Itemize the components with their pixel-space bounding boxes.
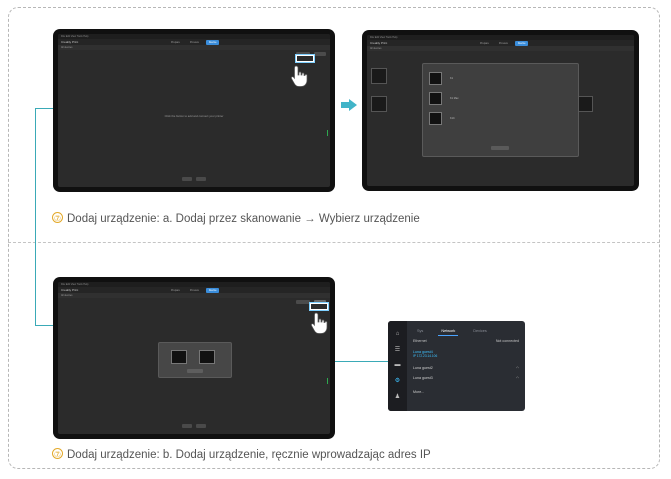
device-toolbar-3: All devices (58, 293, 330, 298)
step-number-badge: ⑦ (52, 212, 63, 223)
lan-device-panel: ⌂ ☰ ▬ ⚙ ♟ Sys Network Devices Ethernet N… (388, 321, 525, 411)
more-link[interactable]: More... (413, 390, 424, 394)
panel-sidebar: ⌂ ☰ ▬ ⚙ ♟ (388, 321, 407, 411)
caption-b: ⑦ Dodaj urządzenie: b. Dodaj urządzenie, … (52, 448, 431, 461)
scan-device-modal: K1 K1 Max K1C (422, 63, 579, 157)
device-ip: IP 172.23.14.106 (413, 354, 438, 358)
device-name: K1 (450, 76, 454, 80)
highlight-box-1 (296, 55, 314, 62)
arrow-right-icon (341, 99, 357, 111)
empty-message: Click the button to add and connect your… (164, 114, 224, 118)
device-thumb (371, 96, 387, 112)
dialog-ok-button[interactable] (187, 369, 203, 373)
panel-tabs: Sys Network Devices (414, 327, 490, 336)
scan-device-row[interactable]: K1 Max (429, 90, 572, 106)
list-icon[interactable]: ☰ (394, 347, 401, 354)
step-number-badge: ⑦ (52, 448, 63, 459)
bottom-action-1[interactable] (182, 424, 192, 428)
user-icon[interactable]: ♟ (394, 394, 401, 401)
connection-status: Not connected (495, 338, 519, 343)
device-name: Luna guest2 (413, 366, 433, 370)
device-name: Luna guest3 (413, 376, 433, 380)
device-name: K1C (450, 116, 455, 120)
device-thumb (429, 91, 442, 105)
caption-a: ⑦ Dodaj urządzenie: a. Dodaj przez skanow… (52, 212, 420, 225)
lan-device-item[interactable]: Luna guest3 ◠ (413, 376, 519, 380)
status-indicator-3 (326, 378, 328, 384)
add-button[interactable] (314, 52, 326, 56)
scan-button-3[interactable] (296, 300, 310, 304)
pointer-hand-icon (310, 312, 328, 334)
section-divider (8, 242, 660, 243)
device-card-3[interactable] (577, 93, 593, 115)
app-screen: File Edit View Tools Help Creality Print… (58, 34, 330, 187)
pointer-hand-icon (290, 65, 308, 87)
highlight-box-2 (310, 303, 328, 310)
caption-a-text: Dodaj urządzenie: a. Dodaj przez skanowa… (67, 213, 420, 225)
wifi-icon: ◠ (515, 366, 519, 370)
device-toolbar: All devices (58, 45, 330, 50)
app-screen-manual: File Edit View Tools Help Creality Print… (58, 282, 330, 434)
device-card-2[interactable] (371, 93, 387, 115)
scan-device-row[interactable]: K1C (429, 110, 572, 126)
laptop-screenshot-3: File Edit View Tools Help Creality Print… (53, 277, 335, 439)
bottom-action-2[interactable] (196, 177, 206, 181)
tab-network[interactable]: Network (438, 327, 459, 336)
device-thumb (429, 111, 442, 125)
scan-device-row[interactable]: K1 (429, 70, 572, 86)
ethernet-label: Ethernet (413, 338, 427, 343)
device-card-1[interactable] (371, 65, 387, 87)
tab-sys[interactable]: Sys (414, 327, 426, 336)
laptop-screenshot-1: File Edit View Tools Help Creality Print… (53, 29, 335, 192)
folder-icon[interactable]: ▬ (394, 362, 401, 369)
wifi-icon: ◠ (515, 376, 519, 380)
home-icon[interactable]: ⌂ (394, 331, 401, 338)
settings-icon[interactable]: ⚙ (394, 378, 401, 385)
tab-devices[interactable]: Devices (470, 327, 490, 336)
bottom-action-2[interactable] (196, 424, 206, 428)
app-screen-scan: File Edit View Tools Help Creality Print… (367, 35, 634, 186)
status-indicator (326, 130, 328, 136)
bottom-action-1[interactable] (182, 177, 192, 181)
lan-device-option[interactable] (199, 350, 215, 364)
modal-confirm-button[interactable] (491, 146, 509, 150)
lan-device-item[interactable]: Luna guest4 IP 172.23.14.106 (413, 350, 519, 358)
device-toolbar-2: All devices (367, 46, 634, 51)
wifi-device-option[interactable] (171, 350, 187, 364)
ethernet-row[interactable]: Ethernet Not connected (413, 337, 519, 344)
device-thumb (371, 68, 387, 84)
lan-device-item[interactable]: Luna guest2 ◠ (413, 366, 519, 370)
laptop-screenshot-2: File Edit View Tools Help Creality Print… (362, 30, 639, 191)
device-thumb (429, 71, 442, 85)
device-thumb (577, 96, 593, 112)
add-device-dialog (158, 342, 232, 378)
caption-b-text: Dodaj urządzenie: b. Dodaj urządzenie, r… (67, 449, 431, 461)
device-name: K1 Max (450, 96, 459, 100)
bottom-actions-3 (58, 424, 330, 428)
bottom-actions (58, 177, 330, 181)
